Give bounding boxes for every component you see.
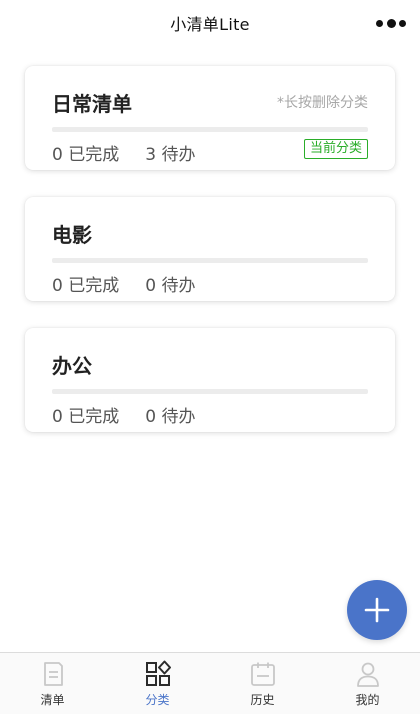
category-card-office[interactable]: 办公 0 已完成 0 待办 (25, 328, 395, 432)
done-count: 0 已完成 (52, 276, 120, 296)
category-name: 日常清单 (52, 92, 132, 116)
tab-category[interactable]: 分类 (105, 653, 210, 714)
category-name: 办公 (52, 354, 92, 378)
category-card-movies[interactable]: 电影 0 已完成 0 待办 (25, 197, 395, 301)
category-stats: 0 已完成 0 待办 (52, 271, 195, 296)
todo-count: 0 待办 (145, 407, 196, 427)
list-icon (43, 662, 63, 686)
tab-label: 分类 (145, 693, 170, 707)
done-count: 0 已完成 (52, 145, 120, 165)
category-stats: 0 已完成 3 待办 (52, 140, 195, 165)
page-title: 小清单Lite (170, 15, 250, 34)
app-screen: 小清单Lite 日常清单 *长按删除分类 0 已完成 3 待办 当前分类 电影 … (0, 0, 420, 714)
category-icon (145, 660, 171, 686)
nav-bar: 小清单Lite (0, 0, 420, 46)
todo-count: 3 待办 (145, 145, 196, 165)
done-count: 0 已完成 (52, 407, 120, 427)
profile-icon (356, 662, 379, 687)
progress-bar (52, 389, 368, 394)
long-press-hint: *长按删除分类 (277, 95, 368, 111)
tab-list[interactable]: 清单 (0, 653, 105, 714)
plus-icon (364, 597, 390, 623)
tab-label: 我的 (355, 693, 380, 707)
history-icon (250, 662, 275, 686)
category-name: 电影 (52, 223, 92, 247)
more-dots-icon[interactable] (376, 14, 406, 32)
add-category-button[interactable] (347, 580, 407, 640)
progress-bar (52, 258, 368, 263)
tab-history[interactable]: 历史 (210, 653, 315, 714)
bottom-tab-bar: 清单 分类 历史 我的 (0, 652, 420, 714)
current-category-badge: 当前分类 (303, 139, 368, 159)
todo-count: 0 待办 (145, 276, 196, 296)
category-stats: 0 已完成 0 待办 (52, 402, 195, 427)
tab-label: 清单 (40, 693, 65, 707)
tab-profile[interactable]: 我的 (315, 653, 420, 714)
progress-bar (52, 127, 368, 132)
tab-label: 历史 (250, 693, 275, 707)
category-card-daily[interactable]: 日常清单 *长按删除分类 0 已完成 3 待办 当前分类 (25, 66, 395, 170)
